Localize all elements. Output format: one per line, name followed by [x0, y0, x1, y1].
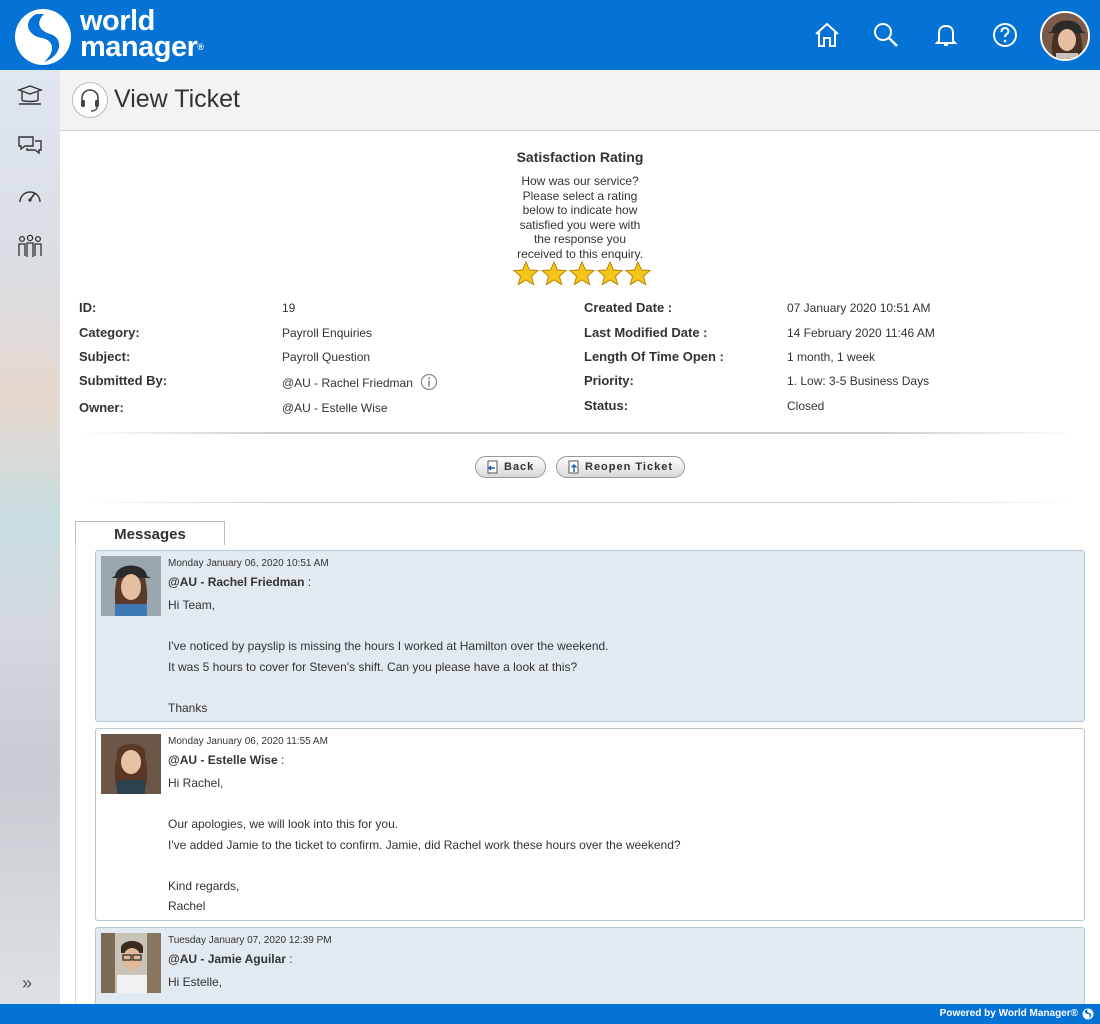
logo-text: world manager®: [80, 5, 204, 63]
help-icon[interactable]: [988, 18, 1022, 52]
top-bar: world manager®: [0, 0, 1100, 70]
reopen-button-label: Reopen Ticket: [585, 461, 673, 473]
status-label: Status:: [584, 398, 629, 413]
time-open-value: 1 month, 1 week: [787, 350, 876, 364]
footer: Powered by World Manager®: [0, 1004, 1100, 1024]
user-avatar[interactable]: [1040, 11, 1090, 61]
subject-value: Payroll Question: [282, 350, 371, 364]
world-manager-logo[interactable]: world manager®: [14, 6, 244, 66]
message-date: Monday January 06, 2020 10:51 AM: [168, 558, 329, 569]
message-body: Hi Team, I've noticed by payslip is miss…: [168, 598, 609, 715]
message-date: Tuesday January 07, 2020 12:39 PM: [168, 935, 332, 946]
messages-border: [75, 544, 76, 1004]
divider: [78, 502, 1078, 503]
id-value: 19: [282, 301, 296, 315]
satisfaction-title: Satisfaction Rating: [516, 149, 644, 165]
footer-text: Powered by World Manager®: [939, 1008, 1078, 1019]
page-title: View Ticket: [114, 85, 240, 113]
message-item: Monday January 06, 2020 11:55 AM @AU - E…: [95, 728, 1085, 921]
star-rating[interactable]: [510, 260, 652, 288]
info-icon[interactable]: [420, 373, 438, 391]
reopen-icon: [568, 460, 579, 474]
avatar: [101, 734, 161, 794]
dashboard-icon[interactable]: [16, 182, 44, 210]
submitted-by-label: Submitted By:: [79, 373, 168, 388]
priority-label: Priority:: [584, 373, 634, 388]
tab-messages[interactable]: Messages: [75, 521, 225, 545]
back-button-label: Back: [504, 461, 535, 473]
reopen-ticket-button[interactable]: Reopen Ticket: [556, 456, 685, 478]
avatar: [101, 556, 161, 616]
status-value: Closed: [787, 399, 825, 413]
time-open-label: Length Of Time Open :: [584, 349, 724, 364]
chat-icon[interactable]: [16, 132, 44, 160]
learning-icon[interactable]: [16, 82, 44, 110]
search-icon[interactable]: [869, 18, 903, 52]
last-modified-value: 14 February 2020 11:46 AM: [787, 326, 935, 340]
back-arrow-icon: [487, 460, 498, 474]
created-date-label: Created Date :: [584, 300, 673, 315]
headset-icon: [72, 82, 108, 118]
message-date: Monday January 06, 2020 11:55 AM: [168, 736, 328, 747]
submitted-by-value: @AU - Rachel Friedman: [282, 376, 413, 390]
satisfaction-description: How was our service? Please select a rat…: [517, 174, 643, 261]
star-icon[interactable]: [568, 260, 596, 288]
page-header: View Ticket: [60, 70, 1100, 131]
message-author: @AU - Jamie Aguilar :: [168, 952, 293, 966]
home-icon[interactable]: [810, 18, 844, 52]
last-modified-label: Last Modified Date :: [584, 325, 708, 340]
owner-label: Owner:: [79, 400, 124, 415]
divider: [78, 432, 1078, 434]
star-icon[interactable]: [540, 260, 568, 288]
logo-mark-icon: [15, 9, 71, 65]
expand-sidebar-icon[interactable]: »: [22, 973, 32, 994]
avatar-image: [1042, 13, 1088, 59]
back-button[interactable]: Back: [475, 456, 546, 478]
id-label: ID:: [79, 300, 97, 315]
bell-icon[interactable]: [929, 18, 963, 52]
message-body: Hi Estelle,: [168, 975, 223, 989]
left-sidebar: »: [0, 70, 60, 1004]
star-icon[interactable]: [624, 260, 652, 288]
owner-value: @AU - Estelle Wise: [282, 401, 388, 415]
category-label: Category:: [79, 325, 140, 340]
message-item: Monday January 06, 2020 10:51 AM @AU - R…: [95, 550, 1085, 722]
message-author: @AU - Rachel Friedman :: [168, 575, 312, 589]
category-value: Payroll Enquiries: [282, 326, 373, 340]
created-date-value: 07 January 2020 10:51 AM: [787, 301, 931, 315]
people-icon[interactable]: [16, 232, 44, 260]
message-body: Hi Rachel, Our apologies, we will look i…: [168, 776, 681, 913]
message-author: @AU - Estelle Wise :: [168, 753, 285, 767]
subject-label: Subject:: [79, 349, 131, 364]
avatar: [101, 933, 161, 993]
star-icon[interactable]: [512, 260, 540, 288]
logo-mark-icon: [1082, 1008, 1094, 1020]
star-icon[interactable]: [596, 260, 624, 288]
priority-value: 1. Low: 3-5 Business Days: [787, 374, 930, 388]
